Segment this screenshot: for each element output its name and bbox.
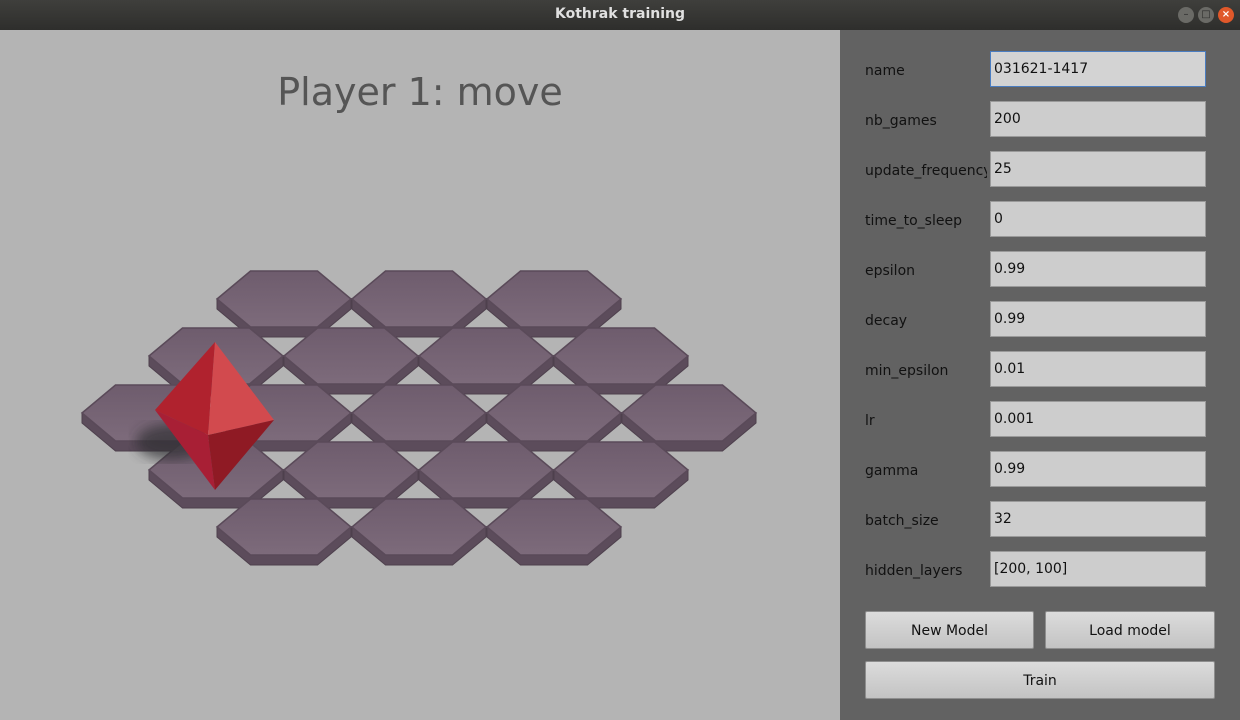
form-row-name: name (865, 51, 1215, 91)
window-titlebar: Kothrak training – □ × (0, 0, 1240, 30)
nb_games-input[interactable] (990, 101, 1206, 137)
lr-label: lr (865, 413, 875, 429)
epsilon-label: epsilon (865, 263, 916, 279)
game-board (80, 270, 758, 566)
gamma-label: gamma (865, 463, 919, 479)
form-row-epsilon: epsilon (865, 251, 1215, 291)
time_to_sleep-input[interactable] (990, 201, 1206, 237)
train-button[interactable]: Train (865, 661, 1215, 699)
decay-input[interactable] (990, 301, 1206, 337)
time_to_sleep-label: time_to_sleep (865, 213, 962, 229)
nb_games-label: nb_games (865, 113, 937, 129)
name-label: name (865, 63, 905, 79)
update_frequency-label: update_frequency (865, 163, 987, 179)
hidden_layers-label: hidden_layers (865, 563, 963, 579)
form-row-lr: lr (865, 401, 1215, 441)
close-icon[interactable]: × (1218, 7, 1234, 23)
form-row-update_frequency: update_frequency (865, 151, 1215, 191)
game-view: Player 1: move (0, 30, 840, 720)
min_epsilon-input[interactable] (990, 351, 1206, 387)
new-model-button[interactable]: New Model (865, 611, 1034, 649)
form-row-gamma: gamma (865, 451, 1215, 491)
update_frequency-input[interactable] (990, 151, 1206, 187)
form-row-time_to_sleep: time_to_sleep (865, 201, 1215, 241)
epsilon-input[interactable] (990, 251, 1206, 287)
window-title: Kothrak training (554, 6, 685, 22)
training-panel: name nb_games update_frequency time_to_slee… (840, 30, 1240, 720)
hidden_layers-input[interactable] (990, 551, 1206, 587)
batch_size-label: batch_size (865, 513, 939, 529)
maximize-icon[interactable]: □ (1198, 7, 1214, 23)
decay-label: decay (865, 313, 908, 329)
batch_size-input[interactable] (990, 501, 1206, 537)
minimize-icon[interactable]: – (1178, 7, 1194, 23)
form-row-decay: decay (865, 301, 1215, 341)
name-input[interactable] (990, 51, 1206, 87)
min_epsilon-label: min_epsilon (865, 363, 949, 379)
load-model-button[interactable]: Load model (1045, 611, 1215, 649)
form-row-min_epsilon: min_epsilon (865, 351, 1215, 391)
form-row-nb_games: nb_games (865, 101, 1215, 141)
gamma-input[interactable] (990, 451, 1206, 487)
form-row-batch_size: batch_size (865, 501, 1215, 541)
lr-input[interactable] (990, 401, 1206, 437)
form-row-hidden_layers: hidden_layers (865, 551, 1215, 591)
